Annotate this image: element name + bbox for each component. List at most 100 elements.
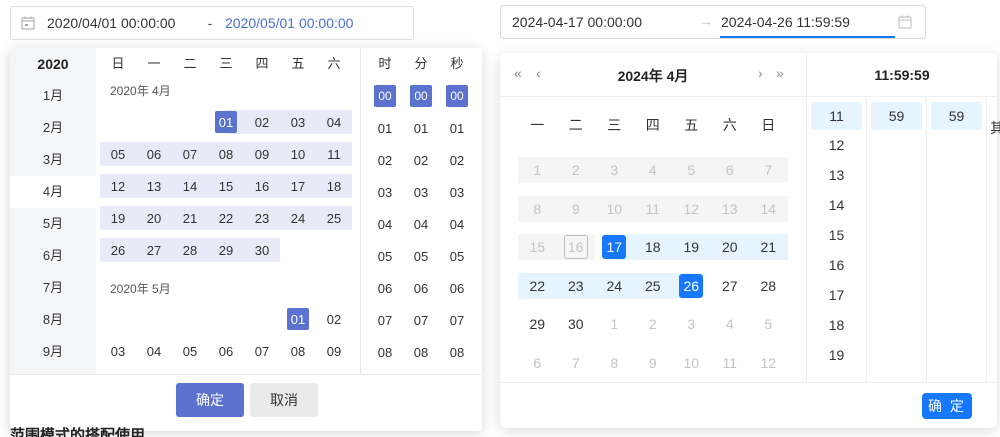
hour-option[interactable]: 13 (807, 160, 866, 190)
date-cell[interactable]: 06 (208, 335, 244, 367)
left-range-input[interactable]: 2020/04/01 00:00:00 - 2020/05/01 00:00:0… (10, 6, 414, 40)
confirm-button[interactable]: 确定 (176, 383, 244, 417)
date-cell[interactable]: 03 (100, 335, 136, 367)
date-cell[interactable]: 08 (208, 142, 244, 166)
right-range-input[interactable]: 2024-04-17 00:00:00 → 2024-04-26 11:59:5… (500, 5, 926, 39)
month-item[interactable]: 3月 (10, 144, 96, 176)
date-cell[interactable]: 12 (749, 344, 788, 383)
date-cell[interactable]: 30 (557, 305, 596, 344)
date-cell[interactable]: 26 (672, 272, 711, 299)
calendar-scroll[interactable]: 日一二三四五六 2020年 4月 01 02 03 04 05 06 07 08 09 10 11 1… (96, 48, 360, 374)
date-cell[interactable]: 26 (100, 238, 136, 262)
hour-option[interactable]: 18 (807, 310, 866, 340)
hour-option[interactable]: 19 (807, 340, 866, 370)
right-start-input[interactable]: 2024-04-17 00:00:00 (512, 14, 642, 30)
hour-column[interactable]: 11 12 13 14 15 16 17 18 19 (807, 98, 867, 382)
time-option[interactable]: 00 (403, 80, 439, 112)
date-cell[interactable]: 24 (595, 272, 634, 299)
month-item[interactable]: 8月 (10, 304, 96, 336)
next-month-icon[interactable]: › (758, 65, 763, 81)
time-option[interactable]: 07 (367, 304, 403, 336)
time-option[interactable]: 00 (439, 80, 475, 112)
date-cell[interactable]: 18 (633, 234, 672, 261)
date-cell[interactable]: 20 (710, 234, 749, 261)
date-cell[interactable]: 09 (244, 142, 280, 166)
month-item[interactable]: 1月 (10, 80, 96, 112)
year-label[interactable]: 2020 (10, 48, 96, 80)
left-start-input[interactable]: 2020/04/01 00:00:00 (47, 15, 195, 31)
date-cell[interactable]: 14 (172, 174, 208, 198)
time-option[interactable]: 07 (439, 304, 475, 336)
date-cell[interactable]: 15 (208, 174, 244, 198)
hour-option[interactable]: 16 (807, 250, 866, 280)
calendar-icon[interactable] (898, 15, 912, 29)
month-item[interactable]: 4月 (10, 176, 96, 208)
time-option[interactable]: 01 (439, 112, 475, 144)
date-cell[interactable]: 27 (136, 238, 172, 262)
date-cell[interactable]: 4 (711, 305, 750, 344)
right-end-input[interactable]: 2024-04-26 11:59:59 (721, 14, 850, 30)
date-cell[interactable]: 9 (634, 344, 673, 383)
time-option[interactable]: 05 (439, 240, 475, 272)
second-option[interactable]: 59 (931, 102, 982, 130)
date-cell[interactable]: 12 (100, 174, 136, 198)
date-cell[interactable]: 17 (280, 174, 316, 198)
time-option[interactable]: 00 (367, 80, 403, 112)
time-option[interactable]: 04 (403, 208, 439, 240)
date-cell[interactable]: 8 (595, 344, 634, 383)
time-option[interactable]: 08 (403, 336, 439, 368)
hour-column[interactable]: 00 01 02 03 04 05 06 07 08 (367, 80, 403, 368)
date-cell[interactable]: 11 (711, 344, 750, 383)
time-option[interactable]: 06 (367, 272, 403, 304)
time-option[interactable]: 02 (439, 144, 475, 176)
time-option[interactable]: 03 (367, 176, 403, 208)
date-cell[interactable]: 22 (518, 272, 557, 299)
time-option[interactable]: 05 (403, 240, 439, 272)
date-cell[interactable]: 11 (316, 142, 352, 166)
date-cell[interactable]: 19 (672, 234, 711, 261)
month-item[interactable]: 9月 (10, 336, 96, 368)
date-cell[interactable]: 23 (556, 272, 595, 299)
hour-option[interactable]: 12 (807, 130, 866, 160)
date-cell[interactable]: 10 (672, 344, 711, 383)
time-option[interactable]: 02 (367, 144, 403, 176)
hour-option[interactable]: 17 (807, 280, 866, 310)
date-cell[interactable]: 2 (634, 305, 673, 344)
date-cell[interactable]: 28 (172, 238, 208, 262)
date-cell[interactable]: 24 (280, 206, 316, 230)
month-item[interactable]: 5月 (10, 208, 96, 240)
date-cell[interactable]: 29 (518, 305, 557, 344)
date-cell[interactable]: 07 (244, 335, 280, 367)
time-option[interactable]: 05 (367, 240, 403, 272)
date-cell[interactable]: 28 (749, 267, 788, 306)
hour-option[interactable]: 15 (807, 220, 866, 250)
date-cell[interactable]: 21 (749, 234, 788, 261)
date-cell[interactable]: 10 (280, 142, 316, 166)
time-option[interactable]: 08 (439, 336, 475, 368)
date-cell[interactable]: 01 (208, 110, 244, 134)
date-cell[interactable]: 6 (518, 344, 557, 383)
second-column[interactable]: 00 01 02 03 04 05 06 07 08 (439, 80, 475, 368)
time-option[interactable]: 06 (403, 272, 439, 304)
confirm-button[interactable]: 确 定 (922, 393, 972, 419)
minute-option[interactable]: 59 (871, 102, 922, 130)
second-column[interactable]: 59 (927, 98, 987, 382)
date-cell[interactable]: 02 (316, 303, 352, 335)
date-cell[interactable]: 30 (244, 238, 280, 262)
time-option[interactable]: 03 (439, 176, 475, 208)
left-end-input[interactable]: 2020/05/01 00:00:00 (225, 15, 353, 31)
date-cell[interactable]: 27 (711, 267, 750, 306)
month-item[interactable]: 2月 (10, 112, 96, 144)
date-cell[interactable]: 21 (172, 206, 208, 230)
minute-column[interactable]: 59 (867, 98, 927, 382)
date-cell[interactable]: 04 (316, 110, 352, 134)
cancel-button[interactable]: 取消 (250, 383, 318, 417)
date-cell[interactable]: 07 (172, 142, 208, 166)
month-item[interactable]: 7月 (10, 272, 96, 304)
date-cell[interactable]: 18 (316, 174, 352, 198)
date-cell[interactable]: 01 (280, 303, 316, 335)
date-cell[interactable]: 19 (100, 206, 136, 230)
time-option[interactable]: 07 (403, 304, 439, 336)
date-cell[interactable]: 3 (672, 305, 711, 344)
date-cell[interactable]: 23 (244, 206, 280, 230)
